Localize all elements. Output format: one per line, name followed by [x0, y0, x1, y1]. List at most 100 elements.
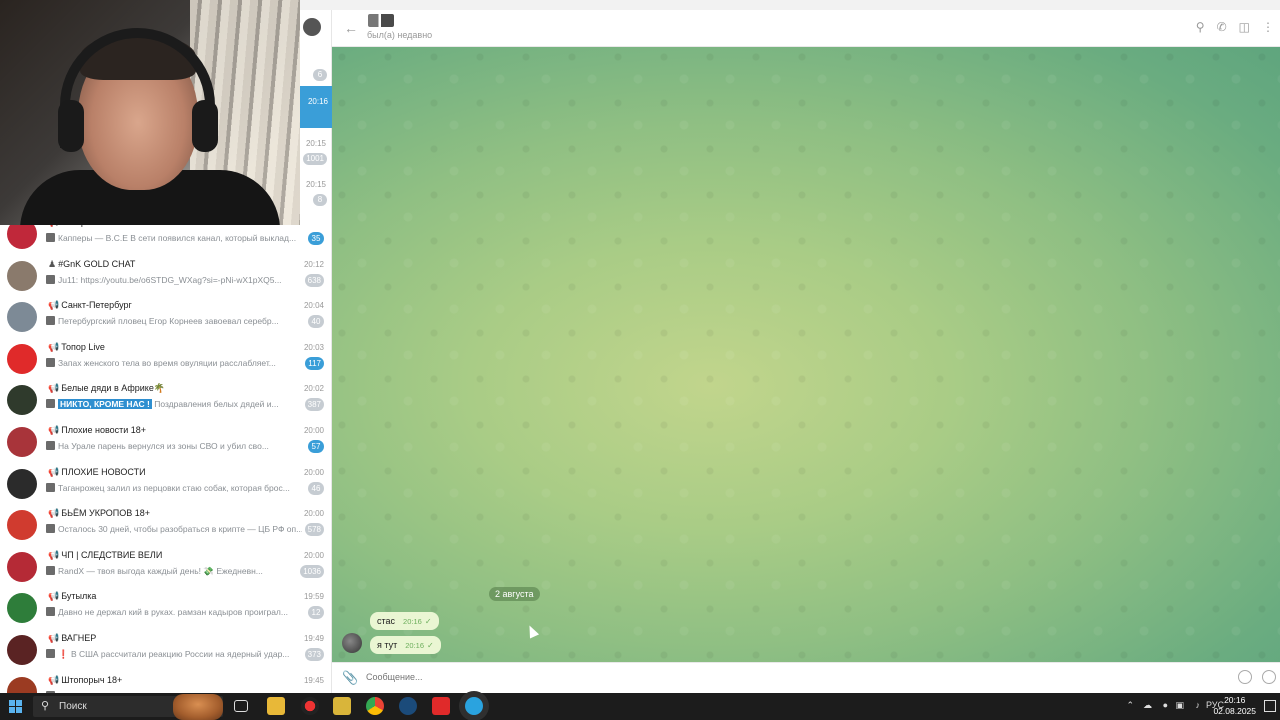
active-chat-row[interactable]: 20:16 [300, 86, 332, 128]
media-thumbnail-icon [46, 607, 55, 617]
chat-preview-text: Капперы — В.С.Е В сети появился канал, к… [58, 233, 297, 243]
chat-preview-text: RandX — твоя выгода каждый день! 💸 Ежедн… [58, 565, 263, 576]
avatar [7, 634, 37, 665]
channel-icon: 📢 [48, 674, 60, 685]
checkmark-icon: ✓ [427, 641, 434, 650]
chat-list-item[interactable]: 📢 БЬЁМ УКРОПОВ 18+ 20:00 Осталось 30 дней, … [0, 506, 331, 548]
chat-preview-text: ❗ В США рассчитали реакцию России на яде… [58, 648, 290, 659]
chat-name-text: #GnK GOLD CHAT [58, 258, 136, 269]
network-icon[interactable]: ▣ [1175, 700, 1184, 711]
chat-time: 20:12 [304, 225, 324, 227]
chat-list-item[interactable]: 📢 ПЛОХИЕ НОВОСТИ 20:00 Таганрожец залил из … [0, 465, 331, 507]
preview-highlight: НИКТО, КРОМЕ НАС ! [58, 399, 152, 410]
channel-icon: 📢 [48, 632, 60, 643]
chat-list-item[interactable]: 📢 Бутылка 19:59 Давно не держал кий в руках… [0, 589, 331, 631]
chat-title-emoji[interactable] [368, 14, 394, 27]
media-thumbnail-icon [46, 274, 55, 284]
task-view-icon[interactable] [234, 700, 248, 712]
chat-name-text: Бутылка [61, 591, 97, 602]
chat-name-text: Штопорыч 18+ [61, 674, 123, 685]
chat-name-text: Санкт-Петербург [61, 300, 132, 311]
channel-icon: 📢 [48, 300, 60, 311]
search-icon: ⚲ [41, 700, 50, 712]
chat-name-text: ВАГНЕР [61, 632, 97, 643]
chat-list-item[interactable]: 📢 Белые дяди в Африке🌴 20:02 НИКТО, КРОМЕ Н… [0, 381, 331, 423]
microphone-icon[interactable] [1262, 670, 1276, 684]
chat-list-item[interactable]: 📢 Топор Live 20:03 Запах женского тела во в… [0, 340, 331, 382]
message-bubble[interactable]: стас 20:16 ✓ [370, 612, 439, 630]
chat-list: 📢Топор+20:12Капперы — В.С.Е В сети появи… [0, 225, 332, 693]
taskbar-clock[interactable]: 20:16 02.08.2025 [1213, 695, 1256, 717]
message-time: 20:16 [403, 617, 422, 626]
game-launcher-icon[interactable] [333, 697, 351, 715]
chat-list-item[interactable]: 📢 ВАГНЕР 19:49 ❗ В США рассчитали реакцию Р… [0, 631, 331, 673]
chat-preview-text: Осталось 30 дней, чтобы разобраться в кр… [58, 524, 302, 535]
file-explorer-icon[interactable] [267, 697, 285, 715]
cloud-icon[interactable]: ☁ [1143, 700, 1152, 711]
microphone-icon[interactable]: ● [1163, 700, 1168, 710]
channel-icon: 📢 [48, 508, 60, 519]
unread-badge: 638 [304, 273, 324, 287]
chat-name-text: ПЛОХИЕ НОВОСТИ [61, 466, 146, 477]
chrome-icon[interactable] [366, 697, 384, 715]
chat-list-item[interactable]: 📢 Плохие новости 18+ 20:00 На Урале парень … [0, 423, 331, 465]
chat-preview-text: Таганрожец залил из перцовки стаю собак,… [58, 482, 290, 493]
checkmark-icon: ✓ [424, 617, 432, 626]
unread-badge: 46 [308, 481, 324, 495]
chat-name-text: Белые дяди в Африке🌴 [61, 383, 166, 394]
unread-badge: 8 [313, 194, 327, 206]
chat-time: 19:59 [303, 592, 324, 602]
chat-time: 20:16 [307, 97, 328, 106]
media-thumbnail-icon [46, 233, 55, 242]
search-icon[interactable]: ⚲ [1196, 20, 1205, 34]
phone-icon[interactable]: ✆ [1217, 20, 1227, 34]
chat-list-item[interactable]: 📢 Штопорыч 18+ 19:45 [0, 673, 331, 693]
unread-badge: 373 [304, 647, 324, 661]
message-time: 20:16 [405, 641, 425, 650]
media-thumbnail-icon [46, 357, 55, 367]
more-icon[interactable]: ⋮ [1262, 20, 1274, 34]
paperclip-icon[interactable]: 📎 [342, 670, 358, 686]
avatar [7, 260, 37, 291]
windows-start-icon[interactable] [9, 700, 22, 713]
avatar[interactable] [342, 633, 362, 653]
chat-preview: На Урале парень вернулся из зоны СВО и у… [46, 440, 302, 451]
notification-icon[interactable] [1264, 700, 1276, 712]
media-thumbnail-icon [46, 482, 55, 492]
unread-badge: 12 [308, 606, 324, 620]
emoji-icon[interactable] [1238, 670, 1252, 684]
chat-time: 20:02 [303, 384, 324, 394]
media-thumbnail-icon [46, 565, 55, 575]
sidebar-toggle-icon[interactable]: ◫ [1239, 20, 1250, 34]
taskbar-search[interactable]: ⚲ Поиск [33, 694, 223, 720]
chat-name: 📢 Топор Live [48, 342, 105, 353]
chat-area: 2 августа стас 20:16 ✓ я тут 20:16 ✓ [332, 47, 1280, 662]
steam-icon[interactable] [399, 697, 417, 715]
chat-list-item[interactable]: 📢 Санкт-Петербург 20:04 Петербургский плове… [0, 298, 331, 340]
telegram-icon[interactable] [465, 697, 483, 715]
date-pill: 2 августа [489, 587, 540, 601]
headset-left-ear [58, 100, 84, 152]
chat-list-item[interactable]: ♟ #GnK GOLD CHAT 20:12 Ju11: https://youtu.… [0, 257, 331, 299]
message-text: стас [377, 616, 396, 626]
chat-preview: Давно не держал кий в руках. рамзан кады… [46, 607, 302, 617]
webcam-overlay [0, 0, 300, 225]
chat-list-item[interactable]: 📢Топор+ 20:12 Капперы — В.С.Е В сети появи… [0, 225, 331, 257]
message-bubble[interactable]: я тут 20:16 ✓ [370, 636, 441, 654]
volume-icon[interactable]: ♪ [1196, 700, 1201, 710]
chat-list-item[interactable]: 📢 ЧП | СЛЕДСТВИЕ ВЕЛИ 20:00 RandX — твоя вы… [0, 548, 331, 590]
chat-name-text: Топор Live [61, 341, 105, 352]
chat-preview-text: Поздравления белых дядей и... [154, 399, 279, 410]
avatar[interactable] [303, 18, 321, 36]
chat-name: ♟ #GnK GOLD CHAT [48, 259, 135, 270]
arrow-left-icon[interactable]: ← [344, 20, 358, 36]
chat-name: 📢 ЧП | СЛЕДСТВИЕ ВЕЛИ [48, 550, 162, 561]
browser-b-icon[interactable] [432, 697, 450, 715]
chevron-up-icon[interactable]: ⌃ [1126, 700, 1134, 711]
chatlist-partial-column: 6 20:16 20:15 1001 20:15 8 [300, 0, 332, 225]
message-input[interactable] [366, 672, 1166, 682]
obs-icon[interactable] [301, 697, 319, 715]
media-thumbnail-icon [46, 440, 55, 450]
chat-time: 20:00 [303, 425, 324, 435]
chat-preview: НИКТО, КРОМЕ НАС ! Поздравления белых дя… [46, 399, 302, 410]
